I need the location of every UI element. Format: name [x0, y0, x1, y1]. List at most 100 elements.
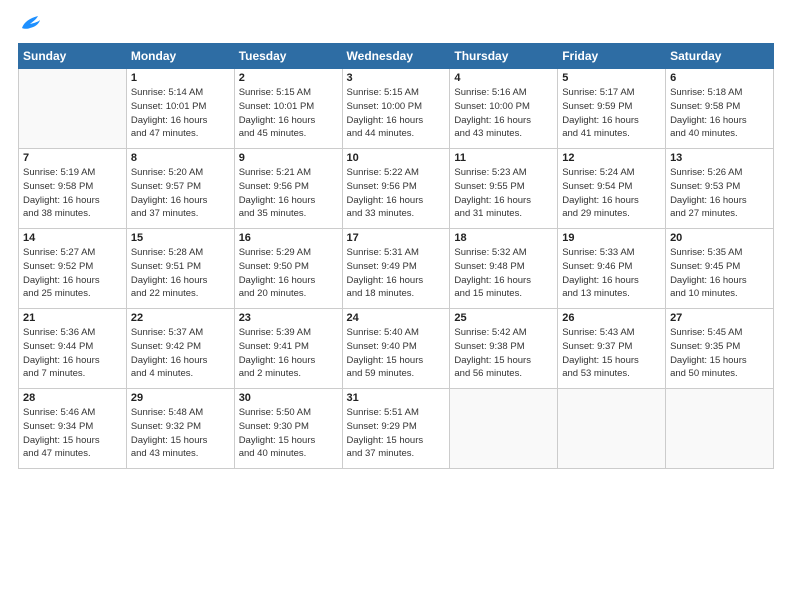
- day-info: Sunrise: 5:29 AM Sunset: 9:50 PM Dayligh…: [239, 246, 338, 301]
- day-info: Sunrise: 5:48 AM Sunset: 9:32 PM Dayligh…: [131, 406, 230, 461]
- day-info: Sunrise: 5:42 AM Sunset: 9:38 PM Dayligh…: [454, 326, 553, 381]
- day-number: 4: [454, 72, 553, 84]
- day-info: Sunrise: 5:46 AM Sunset: 9:34 PM Dayligh…: [23, 406, 122, 461]
- weekday-header-wednesday: Wednesday: [342, 44, 450, 69]
- calendar-cell: 28 Sunrise: 5:46 AM Sunset: 9:34 PM Dayli…: [19, 389, 127, 469]
- calendar-cell: 30 Sunrise: 5:50 AM Sunset: 9:30 PM Dayli…: [234, 389, 342, 469]
- calendar-cell: 10 Sunrise: 5:22 AM Sunset: 9:56 PM Dayli…: [342, 149, 450, 229]
- day-number: 7: [23, 152, 122, 164]
- week-row-3: 14Sunrise: 5:27 AM Sunset: 9:52 PM Dayli…: [19, 229, 774, 309]
- day-info: Sunrise: 5:15 AM Sunset: 10:01 PM Daylig…: [239, 86, 338, 141]
- day-info: Sunrise: 5:14 AM Sunset: 10:01 PM Daylig…: [131, 86, 230, 141]
- calendar-cell: 29 Sunrise: 5:48 AM Sunset: 9:32 PM Dayli…: [126, 389, 234, 469]
- calendar-cell: 2 Sunrise: 5:15 AM Sunset: 10:01 PM Dayli…: [234, 69, 342, 149]
- week-row-1: 1 Sunrise: 5:14 AM Sunset: 10:01 PM Dayli…: [19, 69, 774, 149]
- calendar-cell: 17 Sunrise: 5:31 AM Sunset: 9:49 PM Dayli…: [342, 229, 450, 309]
- calendar-cell: 19Sunrise: 5:33 AM Sunset: 9:46 PM Dayli…: [558, 229, 666, 309]
- calendar-cell: 20 Sunrise: 5:35 AM Sunset: 9:45 PM Dayli…: [666, 229, 774, 309]
- weekday-header-sunday: Sunday: [19, 44, 127, 69]
- weekday-header-monday: Monday: [126, 44, 234, 69]
- day-info: Sunrise: 5:18 AM Sunset: 9:58 PM Dayligh…: [670, 86, 769, 141]
- day-info: Sunrise: 5:45 AM Sunset: 9:35 PM Dayligh…: [670, 326, 769, 381]
- day-number: 21: [23, 312, 122, 324]
- calendar-cell: 11 Sunrise: 5:23 AM Sunset: 9:55 PM Dayli…: [450, 149, 558, 229]
- day-number: 28: [23, 392, 122, 404]
- day-number: 29: [131, 392, 230, 404]
- calendar-page: SundayMondayTuesdayWednesdayThursdayFrid…: [0, 0, 792, 612]
- day-number: 26: [562, 312, 661, 324]
- week-row-4: 21Sunrise: 5:36 AM Sunset: 9:44 PM Dayli…: [19, 309, 774, 389]
- day-info: Sunrise: 5:21 AM Sunset: 9:56 PM Dayligh…: [239, 166, 338, 221]
- calendar-cell: 14Sunrise: 5:27 AM Sunset: 9:52 PM Dayli…: [19, 229, 127, 309]
- day-number: 25: [454, 312, 553, 324]
- day-number: 13: [670, 152, 769, 164]
- day-info: Sunrise: 5:20 AM Sunset: 9:57 PM Dayligh…: [131, 166, 230, 221]
- day-number: 30: [239, 392, 338, 404]
- calendar-table: SundayMondayTuesdayWednesdayThursdayFrid…: [18, 43, 774, 469]
- weekday-header-saturday: Saturday: [666, 44, 774, 69]
- weekday-header-thursday: Thursday: [450, 44, 558, 69]
- day-number: 8: [131, 152, 230, 164]
- calendar-cell: 6 Sunrise: 5:18 AM Sunset: 9:58 PM Daylig…: [666, 69, 774, 149]
- calendar-cell: 5 Sunrise: 5:17 AM Sunset: 9:59 PM Daylig…: [558, 69, 666, 149]
- day-info: Sunrise: 5:51 AM Sunset: 9:29 PM Dayligh…: [347, 406, 446, 461]
- day-number: 18: [454, 232, 553, 244]
- calendar-cell: 3 Sunrise: 5:15 AM Sunset: 10:00 PM Dayli…: [342, 69, 450, 149]
- calendar-cell: 15 Sunrise: 5:28 AM Sunset: 9:51 PM Dayli…: [126, 229, 234, 309]
- weekday-header-row: SundayMondayTuesdayWednesdayThursdayFrid…: [19, 44, 774, 69]
- day-number: 23: [239, 312, 338, 324]
- weekday-header-friday: Friday: [558, 44, 666, 69]
- day-number: 11: [454, 152, 553, 164]
- weekday-header-tuesday: Tuesday: [234, 44, 342, 69]
- calendar-cell: 26 Sunrise: 5:43 AM Sunset: 9:37 PM Dayli…: [558, 309, 666, 389]
- day-number: 20: [670, 232, 769, 244]
- day-info: Sunrise: 5:23 AM Sunset: 9:55 PM Dayligh…: [454, 166, 553, 221]
- calendar-cell: [19, 69, 127, 149]
- day-info: Sunrise: 5:27 AM Sunset: 9:52 PM Dayligh…: [23, 246, 122, 301]
- day-info: Sunrise: 5:50 AM Sunset: 9:30 PM Dayligh…: [239, 406, 338, 461]
- week-row-5: 28 Sunrise: 5:46 AM Sunset: 9:34 PM Dayli…: [19, 389, 774, 469]
- day-info: Sunrise: 5:33 AM Sunset: 9:46 PM Dayligh…: [562, 246, 661, 301]
- logo-bird-icon: [20, 14, 42, 37]
- day-info: Sunrise: 5:19 AM Sunset: 9:58 PM Dayligh…: [23, 166, 122, 221]
- calendar-cell: 16 Sunrise: 5:29 AM Sunset: 9:50 PM Dayli…: [234, 229, 342, 309]
- calendar-cell: 13Sunrise: 5:26 AM Sunset: 9:53 PM Dayli…: [666, 149, 774, 229]
- day-number: 1: [131, 72, 230, 84]
- calendar-cell: [450, 389, 558, 469]
- day-number: 17: [347, 232, 446, 244]
- day-info: Sunrise: 5:32 AM Sunset: 9:48 PM Dayligh…: [454, 246, 553, 301]
- calendar-cell: [666, 389, 774, 469]
- day-info: Sunrise: 5:43 AM Sunset: 9:37 PM Dayligh…: [562, 326, 661, 381]
- calendar-cell: 18 Sunrise: 5:32 AM Sunset: 9:48 PM Dayli…: [450, 229, 558, 309]
- day-info: Sunrise: 5:35 AM Sunset: 9:45 PM Dayligh…: [670, 246, 769, 301]
- calendar-cell: 27Sunrise: 5:45 AM Sunset: 9:35 PM Dayli…: [666, 309, 774, 389]
- calendar-cell: 21Sunrise: 5:36 AM Sunset: 9:44 PM Dayli…: [19, 309, 127, 389]
- day-info: Sunrise: 5:40 AM Sunset: 9:40 PM Dayligh…: [347, 326, 446, 381]
- day-number: 6: [670, 72, 769, 84]
- day-info: Sunrise: 5:24 AM Sunset: 9:54 PM Dayligh…: [562, 166, 661, 221]
- calendar-cell: 12 Sunrise: 5:24 AM Sunset: 9:54 PM Dayli…: [558, 149, 666, 229]
- calendar-cell: 31Sunrise: 5:51 AM Sunset: 9:29 PM Dayli…: [342, 389, 450, 469]
- day-number: 2: [239, 72, 338, 84]
- day-number: 15: [131, 232, 230, 244]
- day-info: Sunrise: 5:28 AM Sunset: 9:51 PM Dayligh…: [131, 246, 230, 301]
- calendar-cell: 22Sunrise: 5:37 AM Sunset: 9:42 PM Dayli…: [126, 309, 234, 389]
- day-number: 16: [239, 232, 338, 244]
- day-number: 12: [562, 152, 661, 164]
- day-info: Sunrise: 5:15 AM Sunset: 10:00 PM Daylig…: [347, 86, 446, 141]
- day-number: 22: [131, 312, 230, 324]
- calendar-cell: 8 Sunrise: 5:20 AM Sunset: 9:57 PM Daylig…: [126, 149, 234, 229]
- day-info: Sunrise: 5:16 AM Sunset: 10:00 PM Daylig…: [454, 86, 553, 141]
- calendar-cell: [558, 389, 666, 469]
- day-info: Sunrise: 5:31 AM Sunset: 9:49 PM Dayligh…: [347, 246, 446, 301]
- day-info: Sunrise: 5:17 AM Sunset: 9:59 PM Dayligh…: [562, 86, 661, 141]
- day-number: 5: [562, 72, 661, 84]
- day-number: 3: [347, 72, 446, 84]
- day-number: 10: [347, 152, 446, 164]
- calendar-cell: 4 Sunrise: 5:16 AM Sunset: 10:00 PM Dayli…: [450, 69, 558, 149]
- header: [18, 10, 774, 37]
- day-info: Sunrise: 5:22 AM Sunset: 9:56 PM Dayligh…: [347, 166, 446, 221]
- calendar-cell: 9Sunrise: 5:21 AM Sunset: 9:56 PM Daylig…: [234, 149, 342, 229]
- calendar-cell: 1 Sunrise: 5:14 AM Sunset: 10:01 PM Dayli…: [126, 69, 234, 149]
- week-row-2: 7 Sunrise: 5:19 AM Sunset: 9:58 PM Daylig…: [19, 149, 774, 229]
